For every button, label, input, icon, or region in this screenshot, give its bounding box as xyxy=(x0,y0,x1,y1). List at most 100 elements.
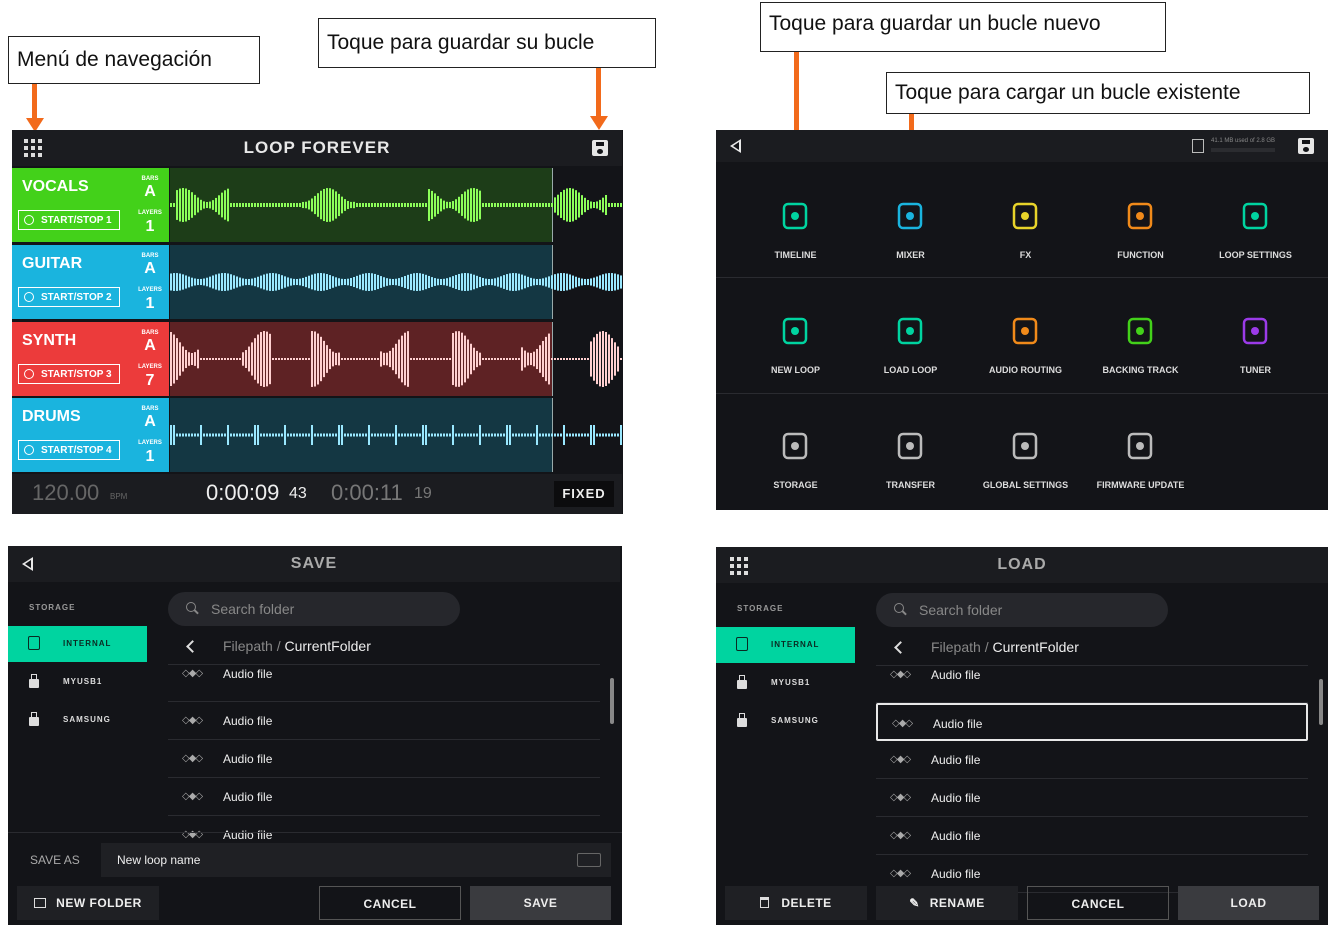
menu-tile[interactable]: TRANSFER xyxy=(853,400,968,510)
folder-back-icon[interactable] xyxy=(894,641,907,654)
file-name: Audio file xyxy=(223,667,273,681)
loop-settings-icon xyxy=(1242,202,1268,230)
list-item[interactable]: ◇◆◇ Audio file xyxy=(168,664,600,702)
delete-button[interactable]: DELETE xyxy=(725,886,867,920)
waveform-bar xyxy=(515,433,517,437)
start-stop-button[interactable]: START/STOP 1 xyxy=(18,210,120,230)
waveform-bar xyxy=(236,203,238,207)
drive-samsung[interactable]: SAMSUNG xyxy=(716,703,855,739)
track-waveform[interactable] xyxy=(170,168,622,242)
menu-tile[interactable]: TIMELINE xyxy=(738,170,853,285)
tile-label: BACKING TRACK xyxy=(1102,365,1179,375)
waveform-bar xyxy=(218,195,220,215)
drive-myusb1[interactable]: MYUSB1 xyxy=(716,665,855,701)
mode-button[interactable]: FIXED xyxy=(554,481,614,507)
track-header[interactable]: DRUMS START/STOP 4 BARS A LAYERS 1 xyxy=(12,398,169,472)
start-stop-button[interactable]: START/STOP 2 xyxy=(18,287,120,307)
waveform-bar xyxy=(398,203,400,207)
menu-tile[interactable]: MIXER xyxy=(853,170,968,285)
waveform-bar xyxy=(308,275,310,289)
waveform-bar xyxy=(539,433,541,437)
waveform-bar xyxy=(569,433,571,437)
waveform-bar xyxy=(617,203,619,207)
track-header[interactable]: VOCALS START/STOP 1 BARS A LAYERS 1 xyxy=(12,168,169,242)
waveform-bar xyxy=(275,203,277,207)
menu-tile[interactable]: NEW LOOP xyxy=(738,285,853,400)
list-item[interactable]: ◇◆◇ Audio file xyxy=(876,779,1308,817)
save-as-field[interactable]: New loop name xyxy=(101,843,611,877)
start-stop-button[interactable]: START/STOP 4 xyxy=(18,440,120,460)
menu-tile[interactable]: STORAGE xyxy=(738,400,853,510)
cancel-button[interactable]: CANCEL xyxy=(1027,886,1169,920)
menu-tile[interactable]: BACKING TRACK xyxy=(1083,285,1198,400)
usb-icon xyxy=(29,674,39,688)
save-icon[interactable] xyxy=(1298,138,1314,154)
drive-internal[interactable]: INTERNAL xyxy=(8,626,147,662)
bpm-value[interactable]: 120.00 xyxy=(32,480,99,506)
track-header[interactable]: GUITAR START/STOP 2 BARS A LAYERS 1 xyxy=(12,245,169,319)
drive-internal[interactable]: INTERNAL xyxy=(716,627,855,663)
waveform-bar xyxy=(566,433,568,437)
waveform-bar xyxy=(563,358,565,360)
track-waveform[interactable] xyxy=(170,398,622,472)
menu-tile[interactable]: GLOBAL SETTINGS xyxy=(968,400,1083,510)
fx-icon xyxy=(1012,202,1038,230)
list-item[interactable]: ◇◆◇ Audio file xyxy=(168,778,600,816)
track-waveform[interactable] xyxy=(170,245,622,319)
waveform-bar xyxy=(419,203,421,207)
back-icon[interactable] xyxy=(730,139,741,153)
menu-tile[interactable]: FX xyxy=(968,170,1083,285)
track-header[interactable]: SYNTH START/STOP 3 BARS A LAYERS 7 xyxy=(12,322,169,396)
list-item[interactable]: ◇◆◇ Audio file xyxy=(168,740,600,778)
start-stop-button[interactable]: START/STOP 3 xyxy=(18,364,120,384)
internal-drive-icon xyxy=(28,636,40,650)
rename-button[interactable]: ✎ RENAME xyxy=(876,886,1018,920)
new-folder-button[interactable]: NEW FOLDER xyxy=(17,886,159,920)
waveform-bar xyxy=(365,203,367,207)
menu-tile[interactable]: LOAD LOOP xyxy=(853,285,968,400)
waveform-bar xyxy=(188,189,190,221)
load-button[interactable]: LOAD xyxy=(1178,886,1319,920)
waveform-bar xyxy=(485,203,487,207)
menu-tile[interactable]: TUNER xyxy=(1198,285,1313,400)
waveform-bar xyxy=(527,352,529,366)
list-item[interactable]: ◇◆◇ Audio file xyxy=(876,817,1308,855)
search-input[interactable]: Search folder xyxy=(168,592,460,626)
waveform-bar xyxy=(212,200,214,210)
save-icon[interactable] xyxy=(592,140,608,156)
menu-tile[interactable]: FUNCTION xyxy=(1083,170,1198,285)
waveform-bar xyxy=(251,433,253,437)
waveform-bar xyxy=(605,194,607,216)
waveform-bar xyxy=(197,197,199,213)
menu-tile[interactable]: AUDIO ROUTING xyxy=(968,285,1083,400)
waveform-bar xyxy=(554,358,556,360)
scrollbar[interactable] xyxy=(1319,679,1323,725)
folder-back-icon[interactable] xyxy=(186,640,199,653)
drive-samsung[interactable]: SAMSUNG xyxy=(8,702,147,738)
keyboard-icon[interactable] xyxy=(577,853,601,867)
waveform-bar xyxy=(569,188,571,222)
save-button[interactable]: SAVE xyxy=(470,886,611,920)
waveform-bar xyxy=(335,191,337,219)
menu-tile[interactable]: FIRMWARE UPDATE xyxy=(1083,400,1198,510)
waveform-bar xyxy=(395,343,397,375)
list-item[interactable]: ◇◆◇ Audio file xyxy=(876,703,1308,741)
drive-myusb1[interactable]: MYUSB1 xyxy=(8,664,147,700)
menu-tile[interactable]: LOOP SETTINGS xyxy=(1198,170,1313,285)
waveform-bar xyxy=(221,273,223,291)
cancel-button[interactable]: CANCEL xyxy=(319,886,461,920)
bars-label: BARS xyxy=(141,330,159,336)
bars-label: BARS xyxy=(141,253,159,259)
track-waveform[interactable] xyxy=(170,322,622,396)
waveform-bar xyxy=(269,433,271,437)
waveform-bar xyxy=(302,433,304,437)
waveform-bar xyxy=(425,203,427,207)
list-item[interactable]: ◇◆◇ Audio file xyxy=(876,665,1308,703)
scrollbar[interactable] xyxy=(610,678,614,724)
callout-load-existing: Toque para cargar un bucle existente xyxy=(886,72,1310,114)
track-row: DRUMS START/STOP 4 BARS A LAYERS 1 xyxy=(12,398,622,472)
list-item[interactable]: ◇◆◇ Audio file xyxy=(168,702,600,740)
list-item[interactable]: ◇◆◇ Audio file xyxy=(876,741,1308,779)
waveform-bar xyxy=(479,190,481,220)
search-input[interactable]: Search folder xyxy=(876,593,1168,627)
